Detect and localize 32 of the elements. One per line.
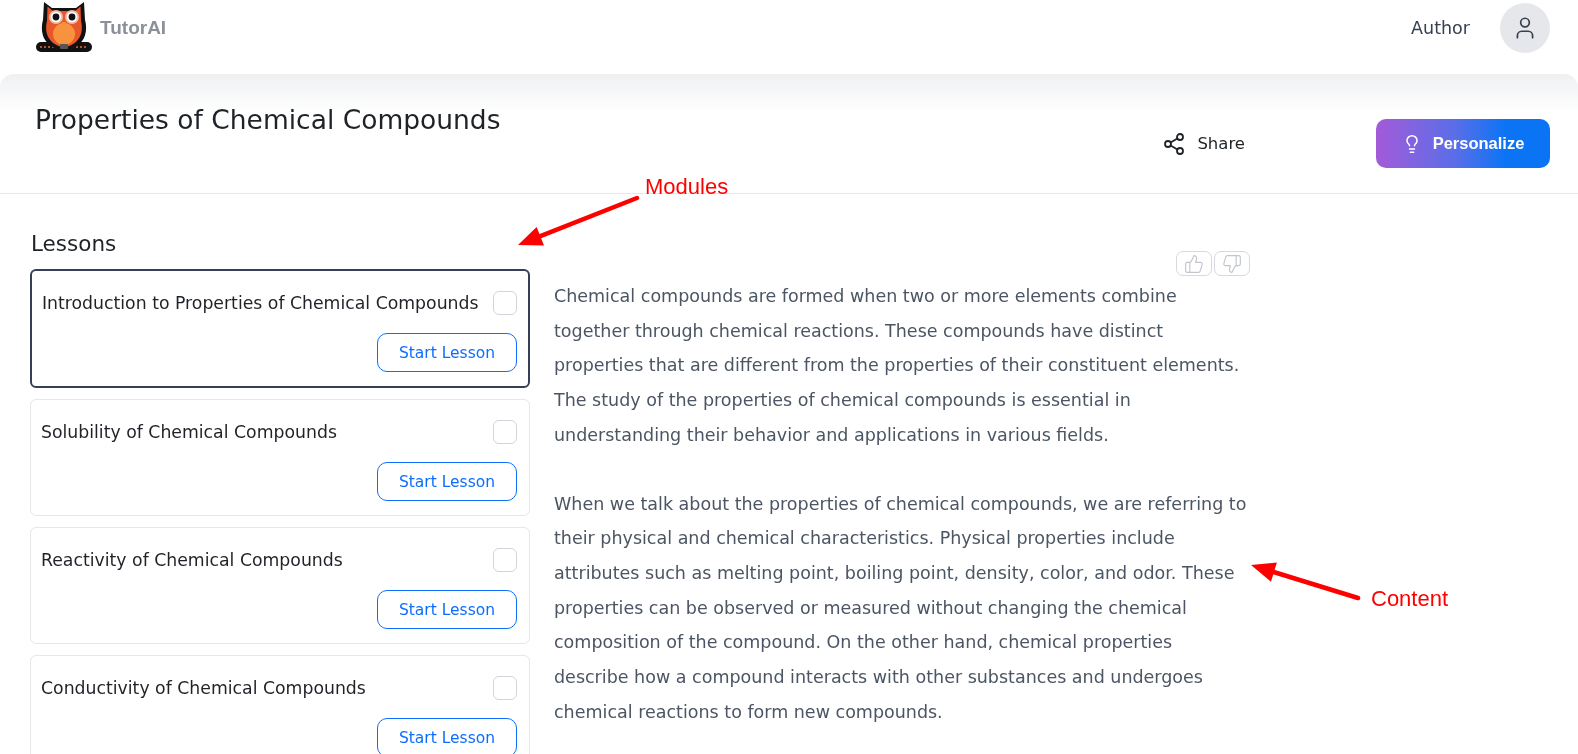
share-icon xyxy=(1162,131,1187,156)
lesson-card[interactable]: Solubility of Chemical Compounds Start Lesson xyxy=(30,399,530,516)
content-paragraph: When we talk about the properties of chemical compounds, we are referring to their physical and chemical characteristics. Physical properties include attributes such as melting point, boiling point, density, color, and odor. These properties can be observed or measured without changing the chemical composition of the compound. On the other hand, chemical properties describe how a compound interacts with other substances and undergoes chemical reactions to form new compounds. xyxy=(554,492,1248,724)
brand-name: TutorAI xyxy=(100,17,167,39)
lesson-card[interactable]: Conductivity of Chemical Compounds Start Lesson xyxy=(30,655,530,754)
start-lesson-button[interactable]: Start Lesson xyxy=(377,333,517,372)
thumbs-up-button[interactable] xyxy=(1176,251,1212,276)
lesson-checkbox[interactable] xyxy=(493,676,517,700)
start-lesson-button[interactable]: Start Lesson xyxy=(377,718,517,754)
user-avatar-icon[interactable] xyxy=(1500,3,1550,53)
start-lesson-button[interactable]: Start Lesson xyxy=(377,462,517,501)
thumbs-down-button[interactable] xyxy=(1214,251,1250,276)
lesson-card[interactable]: Reactivity of Chemical Compounds Start Lesson xyxy=(30,527,530,644)
lesson-card[interactable]: Introduction to Properties of Chemical Compounds Start Lesson xyxy=(30,269,530,388)
lesson-checkbox[interactable] xyxy=(493,420,517,444)
share-button[interactable]: Share xyxy=(1162,131,1245,156)
thumbs-up-icon xyxy=(1184,253,1204,274)
thumbs-down-icon xyxy=(1222,253,1242,274)
lesson-checkbox[interactable] xyxy=(493,548,517,572)
lesson-checkbox[interactable] xyxy=(493,291,517,315)
start-lesson-button[interactable]: Start Lesson xyxy=(377,590,517,629)
annotation-label: Content xyxy=(1371,586,1449,612)
personalize-button[interactable]: Personalize xyxy=(1376,119,1550,168)
user-role-label: Author xyxy=(1411,18,1470,38)
content-paragraph: Chemical compounds are formed when two or more elements combine together through chemical reactions. These compounds have distinct properties that are different from the properties of their constituent elements. The study of the properties of chemical compounds is essential in understanding their behavior and applications in various fields. xyxy=(554,285,1241,447)
page-title: Properties of Chemical Compounds xyxy=(35,105,501,135)
lesson-title: Introduction to Properties of Chemical Compounds xyxy=(42,293,479,313)
lessons-heading: Lessons xyxy=(31,230,118,258)
lesson-title: Conductivity of Chemical Compounds xyxy=(41,678,366,698)
lesson-title: Reactivity of Chemical Compounds xyxy=(41,550,343,570)
annotation-label: Modules xyxy=(645,174,729,200)
lesson-title: Solubility of Chemical Compounds xyxy=(41,422,337,442)
